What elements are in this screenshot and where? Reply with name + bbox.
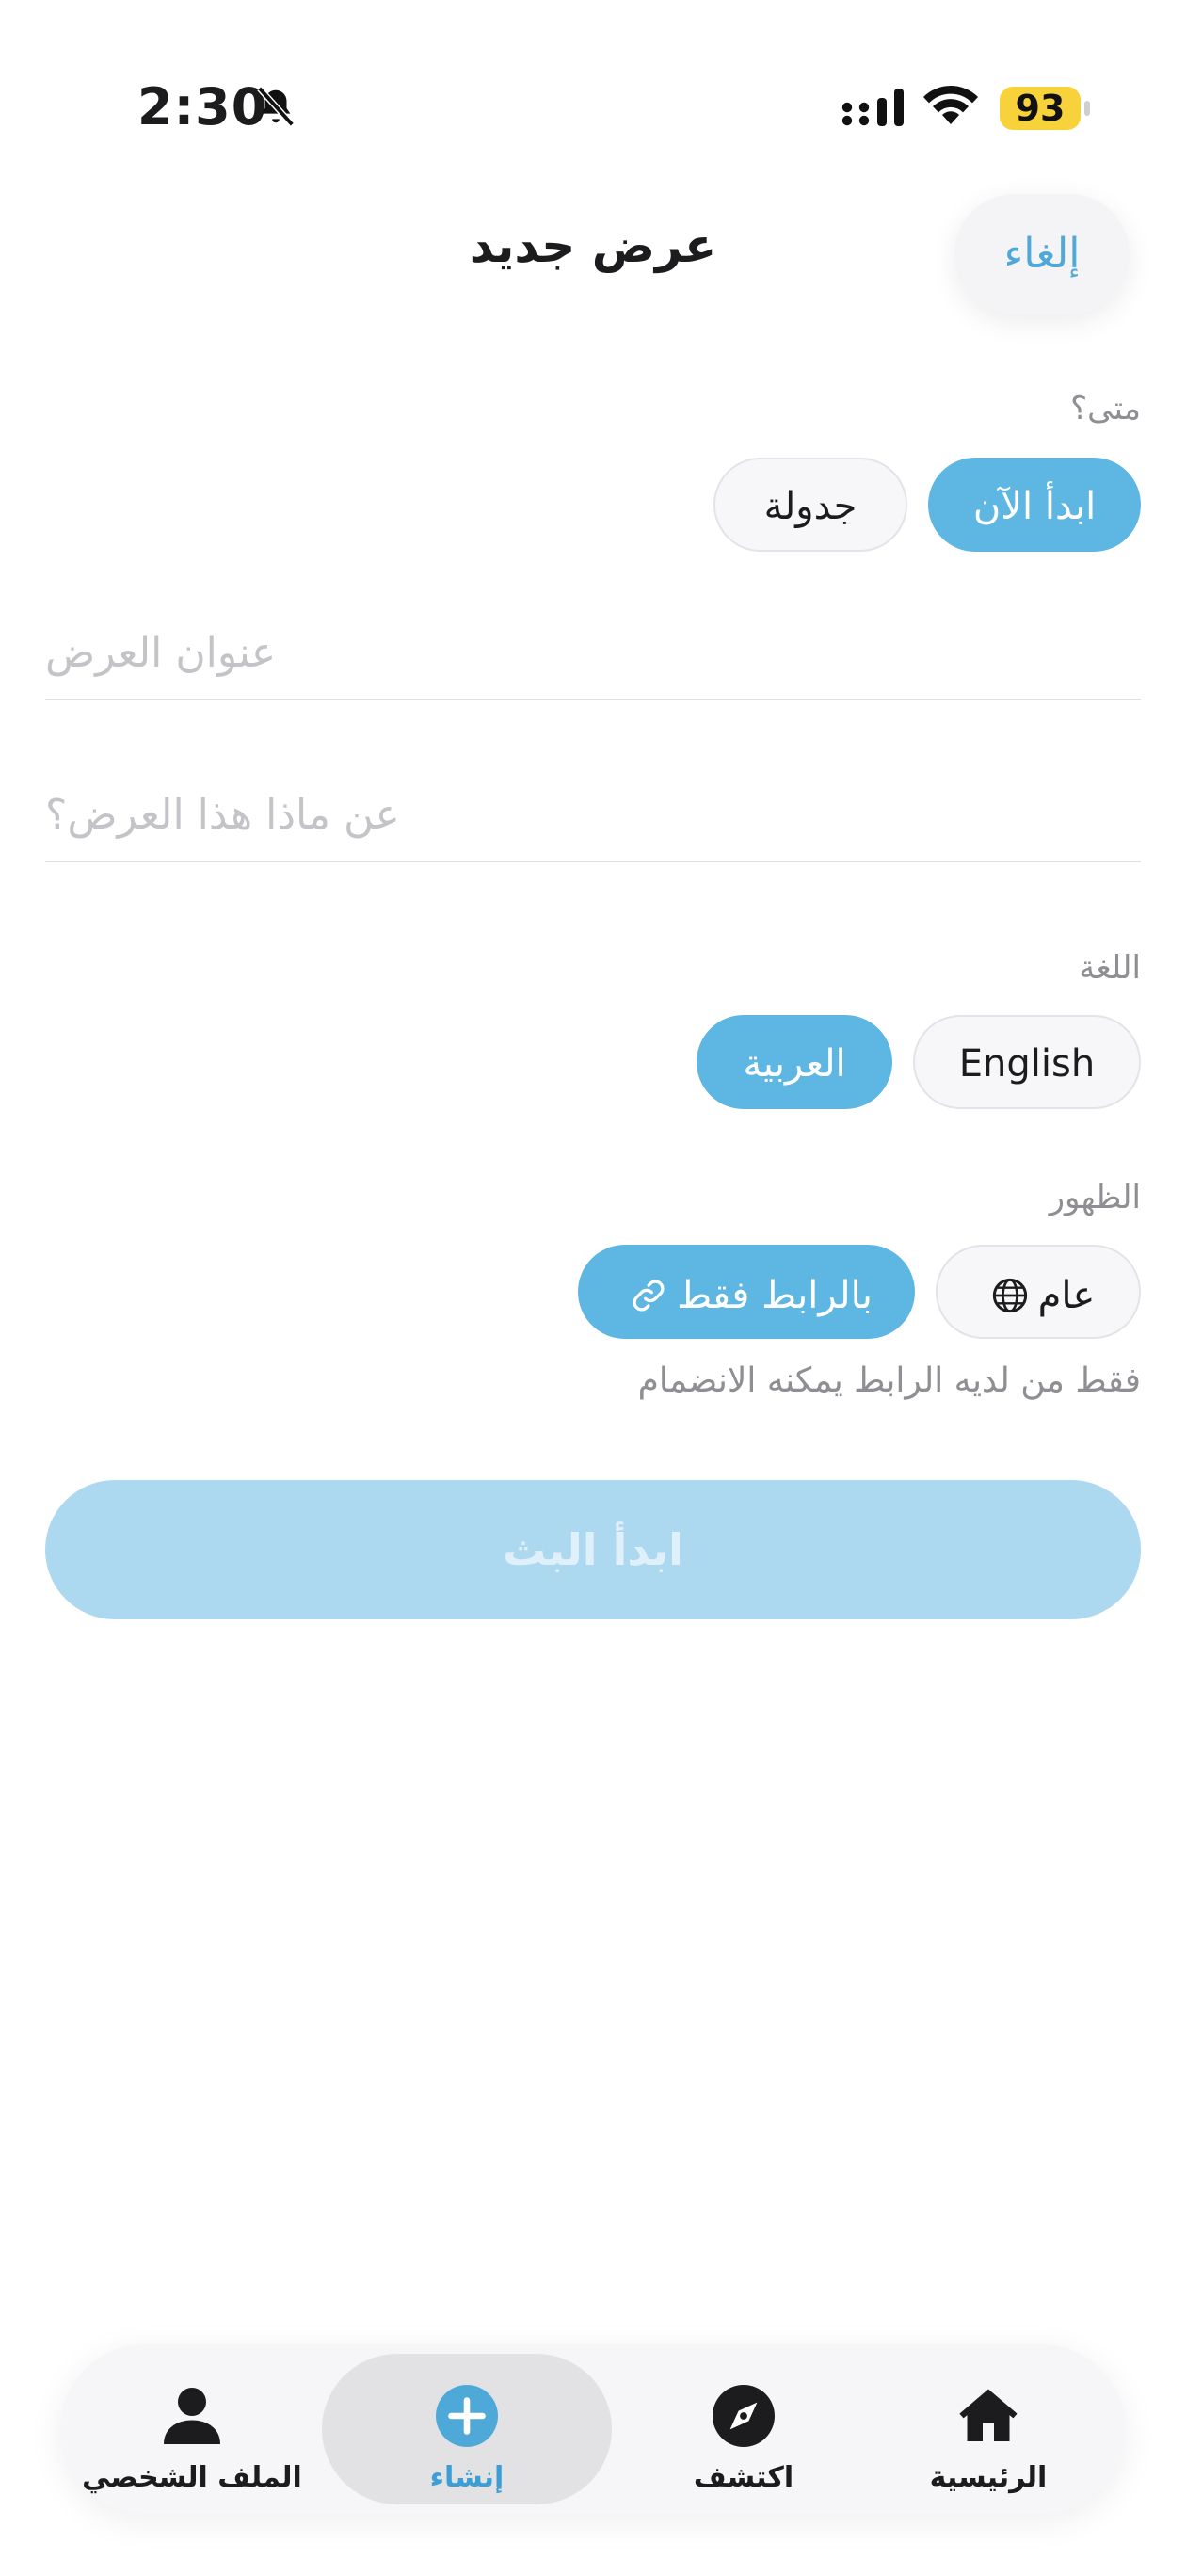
language-option-english[interactable]: English — [913, 1015, 1141, 1109]
visibility-label: الظهور — [1049, 1179, 1141, 1216]
start-now-option[interactable]: ابدأ الآن — [928, 458, 1141, 552]
schedule-option[interactable]: جدولة — [713, 458, 907, 552]
tab-profile-label: الملف الشخصي — [82, 2461, 302, 2494]
language-option-arabic[interactable]: العربية — [697, 1015, 892, 1109]
bell-muted-icon — [257, 86, 295, 127]
status-time: 2:30 — [137, 77, 268, 137]
new-show-screen: 2:30 93 إلغاء عرض جديد متى؟ ابدأ الآن جد… — [0, 0, 1186, 2576]
tab-explore[interactable]: اكتشف — [631, 2354, 857, 2504]
tab-profile[interactable]: الملف الشخصي — [79, 2354, 305, 2504]
battery-cap — [1084, 101, 1090, 116]
visibility-option-public-label: عام — [1037, 1274, 1096, 1317]
plus-circle-icon — [436, 2385, 498, 2447]
visibility-hint: فقط من لديه الرابط يمكنه الانضمام — [637, 1361, 1141, 1400]
battery-indicator: 93 — [1000, 87, 1090, 130]
start-broadcast-button[interactable]: ابدأ البث — [45, 1480, 1141, 1619]
tab-home[interactable]: الرئيسية — [875, 2354, 1101, 2504]
tab-create[interactable]: إنشاء — [322, 2354, 612, 2504]
page-title: عرض جديد — [469, 218, 717, 273]
show-about-field — [45, 768, 1141, 862]
show-about-input[interactable] — [45, 768, 1141, 861]
language-label: اللغة — [1079, 949, 1141, 987]
show-title-input[interactable] — [45, 606, 1141, 699]
compass-icon — [713, 2385, 775, 2447]
tab-create-label: إنشاء — [429, 2461, 505, 2494]
tab-explore-label: اكتشف — [693, 2461, 794, 2494]
visibility-option-link-only[interactable]: بالرابط فقط — [578, 1245, 915, 1339]
cancel-button[interactable]: إلغاء — [954, 194, 1130, 314]
signal-icon — [841, 89, 904, 126]
link-icon — [633, 1280, 665, 1312]
when-label: متى؟ — [1070, 390, 1141, 427]
show-title-field — [45, 606, 1141, 700]
globe-icon — [992, 1278, 1027, 1313]
visibility-option-public[interactable]: عام — [936, 1245, 1141, 1339]
battery-level: 93 — [1000, 87, 1081, 130]
tab-home-label: الرئيسية — [929, 2461, 1048, 2494]
home-icon — [959, 2389, 1018, 2441]
wifi-icon — [923, 85, 978, 124]
person-icon — [164, 2388, 220, 2444]
visibility-option-link-only-label: بالرابط فقط — [677, 1274, 873, 1317]
tab-bar: الرئيسية اكتشف إنشاء الملف الشخصي — [60, 2344, 1126, 2514]
